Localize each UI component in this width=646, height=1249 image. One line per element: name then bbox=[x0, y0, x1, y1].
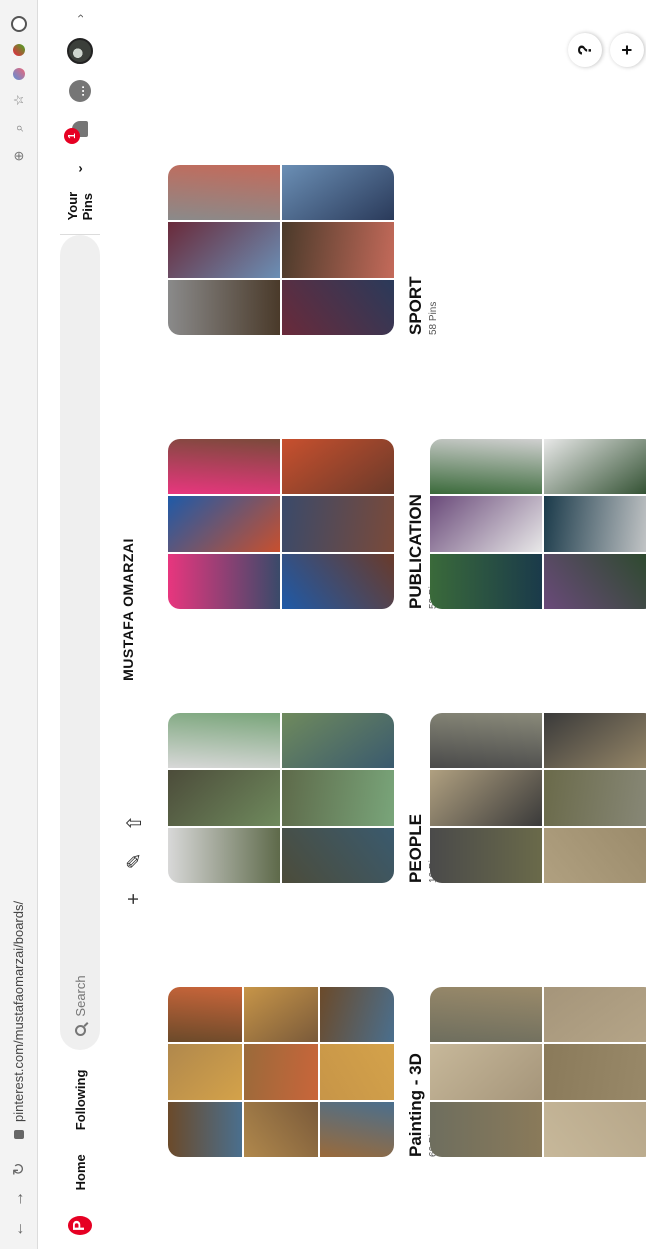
pin-thumbnail[interactable] bbox=[430, 770, 542, 826]
board-cover[interactable] bbox=[168, 713, 394, 883]
pin-thumbnail[interactable] bbox=[282, 827, 394, 883]
pin-thumbnail[interactable] bbox=[430, 496, 542, 552]
pin-thumbnail[interactable] bbox=[168, 553, 280, 609]
board-card[interactable]: WEB44 Pins bbox=[430, 439, 646, 609]
board-cover[interactable] bbox=[430, 713, 646, 883]
pin-thumbnail[interactable] bbox=[544, 496, 646, 552]
pin-thumbnail[interactable] bbox=[430, 987, 542, 1043]
pin-thumbnail[interactable] bbox=[430, 439, 542, 495]
board-title[interactable]: Painting - 3D bbox=[406, 987, 426, 1157]
pin-thumbnail[interactable] bbox=[282, 770, 394, 826]
pin-thumbnail[interactable] bbox=[168, 827, 280, 883]
page-frame: ← → ↻ pinterest.com/mustafaomarzai/board… bbox=[0, 0, 646, 1249]
address-bar[interactable]: pinterest.com/mustafaomarzai/boards/ bbox=[11, 259, 26, 1139]
your-pins-button[interactable]: Your Pins › bbox=[60, 152, 100, 236]
browser-toolbar: ← → ↻ pinterest.com/mustafaomarzai/board… bbox=[0, 0, 38, 1249]
profile-icon[interactable] bbox=[10, 16, 27, 32]
pin-thumbnail[interactable] bbox=[244, 987, 318, 1043]
pin-thumbnail[interactable] bbox=[544, 987, 646, 1043]
pin-thumbnail[interactable] bbox=[168, 1044, 242, 1100]
board-cover[interactable] bbox=[168, 987, 394, 1157]
pin-thumbnail[interactable] bbox=[282, 553, 394, 609]
pin-thumbnail[interactable] bbox=[544, 713, 646, 769]
pin-thumbnail[interactable] bbox=[544, 1101, 646, 1157]
your-pins-label: Your Pins bbox=[65, 191, 95, 221]
profile-name: MUSTAFA OMARZAI bbox=[120, 538, 136, 681]
pin-thumbnail[interactable] bbox=[168, 987, 242, 1043]
home-link[interactable]: Home bbox=[65, 1142, 96, 1202]
pin-thumbnail[interactable] bbox=[430, 827, 542, 883]
pin-thumbnail[interactable] bbox=[282, 439, 394, 495]
pin-thumbnail[interactable] bbox=[544, 553, 646, 609]
pin-thumbnail[interactable] bbox=[544, 827, 646, 883]
url-text[interactable]: pinterest.com/mustafaomarzai/boards/ bbox=[11, 901, 26, 1122]
notifications-button[interactable]: 1 bbox=[64, 118, 91, 144]
extension-a-icon[interactable] bbox=[12, 44, 25, 56]
pin-thumbnail[interactable] bbox=[430, 1044, 542, 1100]
board-card[interactable]: PUBLICATION52 Pins bbox=[168, 439, 439, 609]
pin-thumbnail[interactable] bbox=[282, 279, 394, 335]
pin-thumbnail[interactable] bbox=[168, 1101, 242, 1157]
board-pin-count: 58 Pins bbox=[428, 301, 439, 335]
board-card[interactable]: PEOPLE16 Pins bbox=[168, 713, 439, 883]
pin-thumbnail[interactable] bbox=[320, 987, 394, 1043]
pin-thumbnail[interactable] bbox=[320, 1044, 394, 1100]
notification-badge: 1 bbox=[64, 128, 80, 144]
extension-b-icon[interactable] bbox=[12, 68, 25, 80]
browser-nav: ← → ↻ bbox=[9, 1139, 29, 1249]
pin-thumbnail[interactable] bbox=[282, 222, 394, 278]
pinterest-logo-icon[interactable]: P bbox=[68, 1216, 92, 1235]
board-card[interactable]: SPORT 58 Pins bbox=[168, 165, 439, 335]
back-icon[interactable]: ← bbox=[10, 1221, 28, 1237]
pin-thumbnail[interactable] bbox=[168, 713, 280, 769]
pin-thumbnail[interactable] bbox=[168, 439, 280, 495]
pin-thumbnail[interactable] bbox=[430, 713, 542, 769]
search-input[interactable]: Search bbox=[60, 235, 100, 1050]
board-title[interactable]: PUBLICATION bbox=[406, 439, 426, 609]
board-card[interactable]: SUFIC75 Pins bbox=[430, 987, 646, 1157]
more-chevron-icon[interactable]: › bbox=[73, 14, 87, 18]
board-cover[interactable] bbox=[168, 439, 394, 609]
pin-thumbnail[interactable] bbox=[544, 770, 646, 826]
pin-thumbnail[interactable] bbox=[244, 1044, 318, 1100]
zoom-search-icon[interactable]: ⌕ bbox=[11, 120, 27, 136]
pin-thumbnail[interactable] bbox=[282, 496, 394, 552]
reload-icon[interactable]: ↻ bbox=[9, 1161, 29, 1177]
pin-thumbnail[interactable] bbox=[168, 222, 280, 278]
board-cover[interactable] bbox=[430, 987, 646, 1157]
zoom-in-icon[interactable]: ⊕ bbox=[11, 148, 27, 164]
search-placeholder: Search bbox=[72, 975, 88, 1017]
pin-thumbnail[interactable] bbox=[544, 1044, 646, 1100]
board-title[interactable]: PEOPLE bbox=[406, 713, 426, 883]
pin-thumbnail[interactable] bbox=[544, 439, 646, 495]
header-icons: 1 … › bbox=[64, 14, 93, 144]
create-button[interactable]: + bbox=[610, 33, 644, 67]
pin-thumbnail[interactable] bbox=[282, 165, 394, 221]
search-icon bbox=[74, 1024, 86, 1036]
forward-icon[interactable]: → bbox=[10, 1191, 28, 1207]
pin-thumbnail[interactable] bbox=[168, 279, 280, 335]
browser-tools: ⊕ ⌕ ☆ bbox=[10, 0, 27, 164]
board-title[interactable]: SPORT bbox=[406, 165, 426, 335]
pin-thumbnail[interactable] bbox=[282, 713, 394, 769]
board-card[interactable]: Painting - 3D66 Pins bbox=[168, 987, 439, 1157]
board-cover[interactable] bbox=[430, 439, 646, 609]
pin-thumbnail[interactable] bbox=[430, 553, 542, 609]
messages-icon[interactable]: … bbox=[69, 80, 91, 102]
star-icon[interactable]: ☆ bbox=[11, 92, 27, 108]
pin-thumbnail[interactable] bbox=[168, 165, 280, 221]
pin-thumbnail[interactable] bbox=[430, 1101, 542, 1157]
following-link[interactable]: Following bbox=[65, 1058, 96, 1143]
lock-icon bbox=[13, 1130, 24, 1139]
site-header: P Home Following Search Your Pins › 1 … … bbox=[40, 0, 120, 1249]
pin-thumbnail[interactable] bbox=[320, 1101, 394, 1157]
pin-thumbnail[interactable] bbox=[168, 770, 280, 826]
pin-thumbnail[interactable] bbox=[244, 1101, 318, 1157]
avatar[interactable] bbox=[67, 38, 93, 64]
pin-thumbnail[interactable] bbox=[168, 496, 280, 552]
chevron-down-icon: › bbox=[77, 160, 83, 176]
board-cover[interactable] bbox=[168, 165, 394, 335]
board-card[interactable]: Swastika151 Pins bbox=[430, 713, 646, 883]
help-button[interactable]: ? bbox=[568, 33, 602, 67]
